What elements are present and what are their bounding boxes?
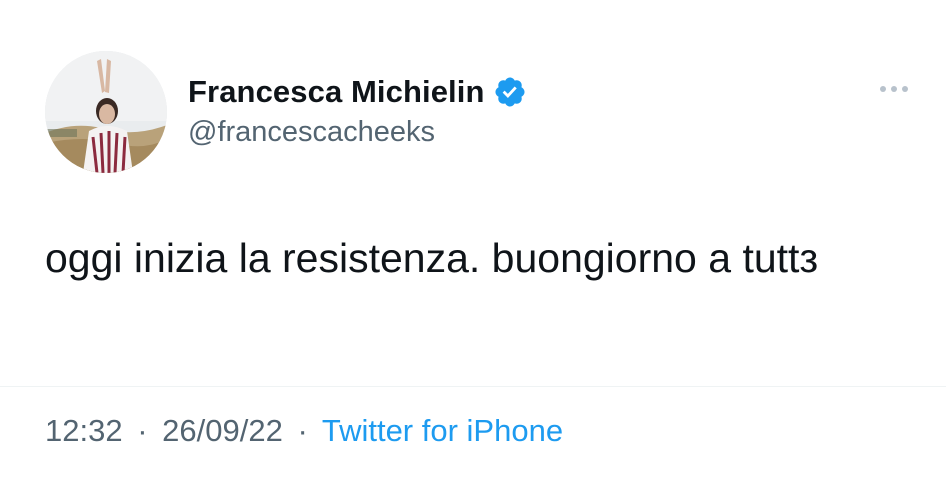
more-options-button[interactable]: [868, 76, 920, 102]
avatar-photo-icon: [45, 51, 167, 173]
tweet-date[interactable]: 26/09/22: [162, 413, 283, 448]
ellipsis-dot: [891, 86, 897, 92]
verified-badge-icon: [493, 75, 527, 109]
author-name-row[interactable]: Francesca Michielin: [188, 70, 527, 114]
tweet-metadata: 12:32 · 26/09/22 · Twitter for iPhone: [45, 413, 563, 449]
avatar[interactable]: [45, 51, 167, 173]
tweet-source-link[interactable]: Twitter for iPhone: [322, 413, 563, 448]
separator: ·: [297, 413, 308, 448]
separator: ·: [137, 413, 148, 448]
author-handle[interactable]: @francescacheeks: [188, 116, 435, 149]
ellipsis-dot: [880, 86, 886, 92]
tweet-card: Francesca Michielin @francescacheeks ogg…: [0, 0, 946, 482]
ellipsis-dot: [902, 86, 908, 92]
tweet-text: oggi inizia la resistenza. buongiorno a …: [45, 235, 819, 281]
divider: [0, 386, 946, 387]
display-name[interactable]: Francesca Michielin: [188, 74, 485, 110]
tweet-time[interactable]: 12:32: [45, 413, 123, 448]
